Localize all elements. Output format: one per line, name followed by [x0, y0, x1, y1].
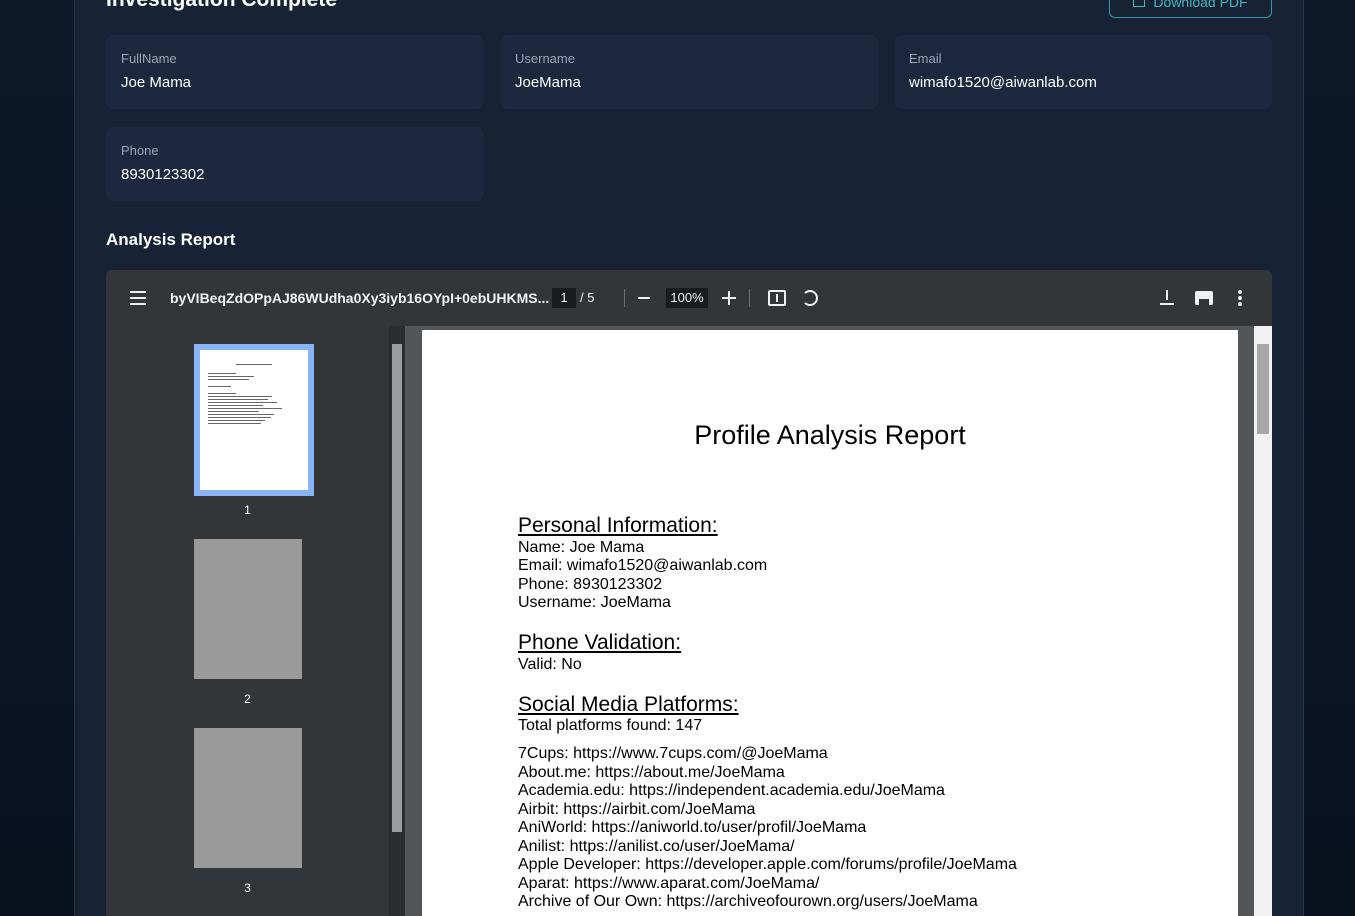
email-value: wimafo1520@aiwanlab.com: [909, 74, 1097, 91]
download-pdf-label: Download PDF: [1153, 0, 1248, 10]
pdf-filename: byVIBeqZdOPpAJ86WUdha0Xy3iyb16OYpI+0ebUH…: [170, 290, 550, 306]
page-total: / 5: [580, 290, 595, 305]
page-background-right: [1304, 0, 1355, 916]
platform-line: Apple Developer: https://developer.apple…: [518, 856, 1017, 873]
thumbnail-page-1[interactable]: [194, 344, 314, 496]
personal-info-line: Username: JoeMama: [518, 594, 671, 611]
personal-info-line: Name: Joe Mama: [518, 539, 645, 556]
platform-line: About.me: https://about.me/JoeMama: [518, 764, 785, 781]
zoom-in-icon[interactable]: [722, 291, 736, 305]
pdf-toolbar: byVIBeqZdOPpAJ86WUdha0Xy3iyb16OYpI+0ebUH…: [106, 270, 1272, 326]
platform-line: Airbit: https://airbit.com/JoeMama: [518, 801, 756, 818]
phone-validation-heading: Phone Validation:: [518, 631, 682, 654]
fullname-value: Joe Mama: [121, 74, 192, 91]
social-total-line: Total platforms found: 147: [518, 717, 703, 734]
thumbnail-label-1: 1: [244, 503, 251, 517]
platform-line: Archive of Our Own: https://archiveofour…: [518, 893, 978, 910]
page-title: Investigation Complete: [106, 0, 337, 12]
thumbnail-label-2: 2: [244, 692, 251, 706]
pdf-page: Profile Analysis Report Personal Informa…: [422, 330, 1238, 916]
email-card: Email wimafo1520@aiwanlab.com: [894, 35, 1272, 109]
username-card: Username JoeMama: [500, 35, 878, 109]
platform-line: Anilist: https://anilist.co/user/JoeMama…: [518, 838, 795, 855]
thumbnail-label-3: 3: [244, 881, 251, 895]
personal-info-heading: Personal Information:: [518, 514, 718, 537]
phone-label: Phone: [121, 143, 159, 158]
phone-validation-line: Valid: No: [518, 656, 582, 673]
email-label: Email: [909, 51, 942, 66]
toolbar-divider: [624, 289, 625, 307]
page-background-left: [0, 0, 74, 916]
personal-info-line: Phone: 8930123302: [518, 576, 663, 593]
page-number-input[interactable]: 1: [552, 288, 576, 308]
toolbar-divider: [749, 289, 750, 307]
rotate-icon[interactable]: [802, 290, 818, 306]
pdf-viewer: byVIBeqZdOPpAJ86WUdha0Xy3iyb16OYpI+0ebUH…: [106, 270, 1272, 916]
fullname-card: FullName Joe Mama: [106, 35, 484, 109]
thumbnail-page-3[interactable]: [194, 728, 302, 868]
pdf-title: Profile Analysis Report: [694, 420, 966, 450]
thumbnail-page-2[interactable]: [194, 539, 302, 679]
menu-icon[interactable]: [130, 291, 146, 305]
zoom-out-icon[interactable]: [638, 297, 650, 299]
platform-line: AniWorld: https://aniworld.to/user/profi…: [518, 819, 867, 836]
pdf-download-icon[interactable]: [1160, 290, 1174, 306]
document-scrollbar[interactable]: [1254, 326, 1272, 916]
personal-info-line: Email: wimafo1520@aiwanlab.com: [518, 557, 768, 574]
username-value: JoeMama: [515, 74, 581, 91]
print-icon[interactable]: [1195, 291, 1213, 305]
download-icon: [1133, 0, 1146, 7]
fit-to-page-icon[interactable]: [768, 290, 786, 306]
platform-line: Aparat: https://www.aparat.com/JoeMama/: [518, 875, 820, 892]
download-pdf-button[interactable]: Download PDF: [1109, 0, 1272, 18]
sidebar-scrollbar[interactable]: [389, 326, 405, 916]
fullname-label: FullName: [121, 51, 177, 66]
zoom-input[interactable]: 100%: [666, 288, 708, 308]
more-options-icon[interactable]: [1238, 290, 1242, 306]
username-label: Username: [515, 51, 575, 66]
social-media-heading: Social Media Platforms:: [518, 693, 739, 716]
phone-value: 8930123302: [121, 166, 205, 183]
platform-line: Academia.edu: https://independent.academ…: [518, 782, 945, 799]
thumbnail-sidebar: 1 2 3: [106, 326, 389, 916]
platform-line: 7Cups: https://www.7cups.com/@JoeMama: [518, 745, 828, 762]
analysis-report-title: Analysis Report: [106, 230, 236, 249]
phone-card: Phone 8930123302: [106, 127, 484, 201]
